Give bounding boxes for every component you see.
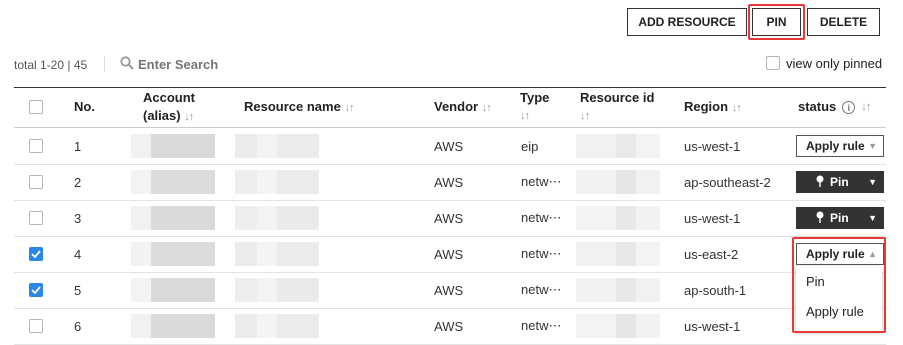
table-row[interactable]: 4 AWS netw⋯ us-east-2 Apply rule ▲ — [14, 236, 886, 273]
row-vendor: AWS — [434, 138, 464, 154]
row-no: 3 — [74, 210, 82, 226]
row-checkbox[interactable] — [29, 283, 43, 297]
check-icon — [31, 250, 41, 258]
row-vendor: AWS — [434, 318, 464, 334]
resource-name-redacted — [235, 206, 319, 230]
row-checkbox[interactable] — [29, 319, 43, 333]
table-row[interactable]: 6 AWS netw⋯ us-west-1 — [14, 308, 886, 345]
caret-down-icon: ▼ — [868, 141, 877, 151]
row-type: netw⋯ — [521, 246, 562, 261]
row-no: 6 — [74, 318, 82, 334]
sort-icon: ↓↑ — [481, 102, 492, 114]
row-vendor: AWS — [434, 282, 464, 298]
row-region: ap-southeast-2 — [684, 174, 771, 190]
sort-icon: ↓↑ — [861, 101, 871, 113]
resource-id-redacted — [576, 314, 660, 338]
caret-down-icon: ▼ — [868, 177, 877, 187]
account-redacted — [131, 206, 215, 230]
header-resource-id[interactable]: Resource id ↓↑ — [580, 89, 654, 125]
pin-icon — [816, 211, 824, 226]
row-checkbox[interactable] — [29, 175, 43, 189]
resource-name-redacted — [235, 170, 319, 194]
resource-id-redacted — [576, 206, 660, 230]
select-all-checkbox[interactable] — [29, 100, 43, 114]
row-no: 2 — [74, 174, 82, 190]
table-row[interactable]: 3 AWS netw⋯ us-west-1 Pin ▼ — [14, 200, 886, 237]
status-dropdown[interactable]: Apply rule ▼ — [796, 135, 884, 157]
dropdown-highlight — [792, 237, 886, 333]
account-redacted — [131, 314, 215, 338]
header-status[interactable]: status i ↓↑ — [798, 98, 871, 116]
resource-id-redacted — [576, 170, 660, 194]
row-region: us-east-2 — [684, 246, 739, 262]
row-region: us-west-1 — [684, 138, 741, 154]
sort-icon: ↓↑ — [184, 111, 194, 123]
row-region: us-west-1 — [684, 318, 741, 334]
info-icon[interactable]: i — [842, 100, 856, 114]
resource-name-redacted — [235, 242, 319, 266]
header-type[interactable]: Type ↓↑ — [520, 89, 549, 125]
resource-id-redacted — [576, 134, 660, 158]
header-resource-name[interactable]: Resource name ↓↑ — [244, 98, 354, 117]
view-only-pinned-checkbox[interactable] — [766, 56, 780, 70]
row-type: netw⋯ — [521, 282, 562, 297]
resource-id-redacted — [576, 242, 660, 266]
row-region: ap-south-1 — [684, 282, 747, 298]
sort-icon: ↓↑ — [520, 110, 530, 122]
sort-icon: ↓↑ — [580, 110, 590, 122]
status-dropdown[interactable]: Pin ▼ — [796, 171, 884, 193]
delete-button[interactable]: DELETE — [807, 8, 880, 36]
row-vendor: AWS — [434, 174, 464, 190]
row-checkbox[interactable] — [29, 247, 43, 261]
row-vendor: AWS — [434, 210, 464, 226]
row-region: us-west-1 — [684, 210, 741, 226]
sort-icon: ↓↑ — [731, 102, 742, 114]
account-redacted — [131, 242, 215, 266]
view-only-pinned-label: view only pinned — [786, 56, 883, 71]
pin-button-highlight — [748, 4, 805, 40]
pin-icon — [816, 175, 824, 190]
row-checkbox[interactable] — [29, 211, 43, 225]
check-icon — [31, 286, 41, 294]
resource-name-redacted — [235, 278, 319, 302]
account-redacted — [131, 134, 215, 158]
row-no: 5 — [74, 282, 82, 298]
divider — [104, 56, 105, 72]
account-redacted — [131, 170, 215, 194]
search-icon — [120, 56, 134, 70]
total-count: total 1-20 | 45 — [14, 58, 88, 72]
header-account[interactable]: Account (alias) ↓↑ — [143, 89, 195, 126]
row-type: netw⋯ — [521, 318, 562, 333]
caret-down-icon: ▼ — [868, 213, 877, 223]
account-redacted — [131, 278, 215, 302]
resource-id-redacted — [576, 278, 660, 302]
search-input[interactable] — [138, 55, 278, 73]
row-no: 1 — [74, 138, 82, 154]
row-no: 4 — [74, 246, 82, 262]
header-region[interactable]: Region ↓↑ — [684, 98, 742, 117]
status-dropdown[interactable]: Pin ▼ — [796, 207, 884, 229]
row-type: netw⋯ — [521, 174, 562, 189]
resource-name-redacted — [235, 134, 319, 158]
table-row[interactable]: 5 AWS netw⋯ ap-south-1 — [14, 272, 886, 309]
header-vendor[interactable]: Vendor ↓↑ — [434, 98, 492, 117]
header-no: No. — [74, 99, 95, 114]
sort-icon: ↓↑ — [344, 102, 354, 114]
row-type: eip — [521, 138, 539, 154]
table-row[interactable]: 2 AWS netw⋯ ap-southeast-2 Pin ▼ — [14, 164, 886, 201]
row-checkbox[interactable] — [29, 139, 43, 153]
row-vendor: AWS — [434, 246, 464, 262]
row-type: netw⋯ — [521, 210, 562, 225]
table-top-border — [14, 87, 886, 88]
resource-name-redacted — [235, 314, 319, 338]
add-resource-button[interactable]: ADD RESOURCE — [627, 8, 747, 36]
table-row[interactable]: 1 AWS eip us-west-1 Apply rule ▼ — [14, 128, 886, 165]
